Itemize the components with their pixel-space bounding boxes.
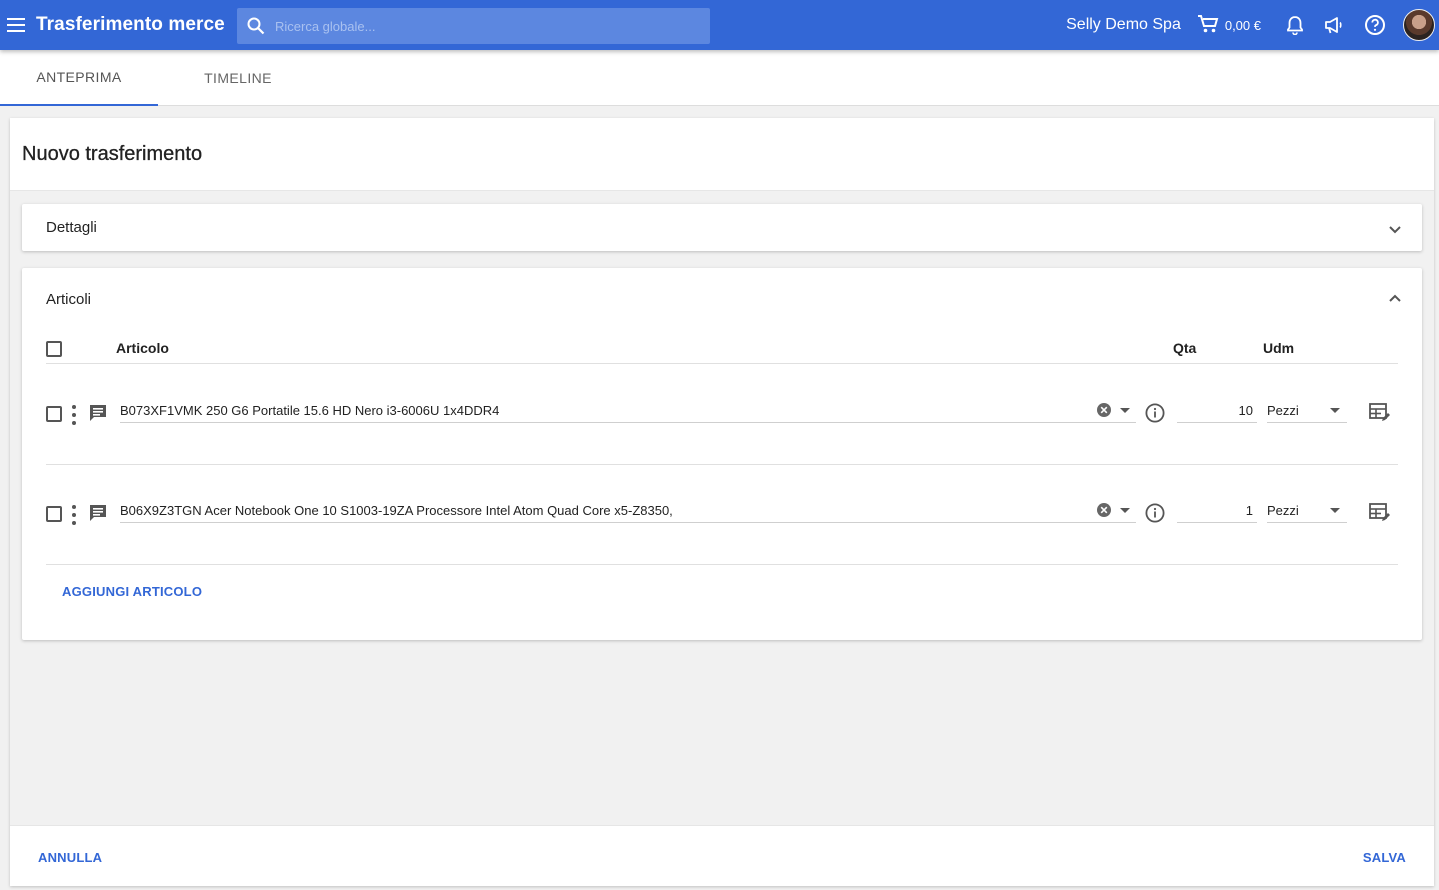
article-value: B06X9Z3TGN Acer Notebook One 10 S1003-19…: [120, 503, 673, 518]
search-icon: [237, 17, 275, 35]
uom-value: Pezzi: [1267, 403, 1299, 418]
table-row: B073XF1VMK 250 G6 Portatile 15.6 HD Nero…: [46, 365, 1398, 465]
dropdown-arrow-icon[interactable]: [1120, 408, 1130, 414]
uom-value: Pezzi: [1267, 503, 1299, 518]
save-button[interactable]: SALVA: [1363, 850, 1406, 865]
table-edit-icon[interactable]: [1369, 402, 1391, 422]
user-avatar[interactable]: [1403, 9, 1435, 41]
company-name[interactable]: Selly Demo Spa: [1066, 16, 1181, 34]
comment-icon[interactable]: [88, 503, 108, 523]
details-panel[interactable]: Dettagli: [22, 204, 1422, 251]
chevron-up-icon[interactable]: [1388, 290, 1402, 308]
tab-timeline[interactable]: TIMELINE: [158, 50, 318, 106]
article-select[interactable]: B073XF1VMK 250 G6 Portatile 15.6 HD Nero…: [120, 399, 1136, 423]
top-app-bar: Trasferimento merce Selly Demo Spa 0,00 …: [0, 0, 1439, 50]
help-icon[interactable]: [1355, 0, 1395, 50]
cart-icon: [1197, 14, 1225, 37]
articles-panel: Articoli Articolo Qta Udm B073XF1VMK 250…: [22, 268, 1422, 640]
article-select[interactable]: B06X9Z3TGN Acer Notebook One 10 S1003-19…: [120, 499, 1136, 523]
row-checkbox[interactable]: [46, 506, 62, 522]
cart-button[interactable]: 0,00 €: [1197, 14, 1261, 37]
column-uom: Udm: [1263, 340, 1295, 356]
cart-total: 0,00 €: [1224, 17, 1261, 33]
more-vert-icon[interactable]: [70, 405, 78, 425]
clear-icon[interactable]: [1096, 502, 1112, 518]
search-input[interactable]: [275, 18, 675, 34]
select-all-checkbox[interactable]: [46, 341, 62, 357]
table-header: Articolo Qta Udm: [46, 340, 1398, 364]
dropdown-arrow-icon[interactable]: [1330, 408, 1340, 414]
transfer-form: Nuovo trasferimento Dettagli Articoli Ar…: [10, 118, 1434, 886]
details-title: Dettagli: [46, 219, 97, 236]
app-title: Trasferimento merce: [36, 14, 225, 35]
form-header: Nuovo trasferimento: [10, 118, 1434, 191]
chevron-down-icon[interactable]: [1388, 222, 1402, 240]
dropdown-arrow-icon[interactable]: [1330, 508, 1340, 514]
info-icon[interactable]: [1145, 403, 1165, 423]
articles-title: Articoli: [46, 291, 92, 308]
qty-input[interactable]: 10: [1177, 399, 1257, 423]
bell-icon[interactable]: [1275, 0, 1315, 50]
tab-anteprima[interactable]: ANTEPRIMA: [0, 50, 158, 106]
tab-bar: ANTEPRIMA TIMELINE: [0, 50, 1439, 106]
cancel-button[interactable]: ANNULLA: [38, 850, 102, 865]
article-value: B073XF1VMK 250 G6 Portatile 15.6 HD Nero…: [120, 403, 500, 418]
row-checkbox[interactable]: [46, 406, 62, 422]
comment-icon[interactable]: [88, 403, 108, 423]
add-article-button[interactable]: AGGIUNGI ARTICOLO: [62, 584, 202, 599]
table-row: B06X9Z3TGN Acer Notebook One 10 S1003-19…: [46, 465, 1398, 565]
column-qty: Qta: [1173, 340, 1197, 356]
megaphone-icon[interactable]: [1315, 0, 1355, 50]
menu-icon[interactable]: [2, 0, 30, 50]
form-footer: ANNULLA SALVA: [10, 825, 1434, 886]
qty-input[interactable]: 1: [1177, 499, 1257, 523]
more-vert-icon[interactable]: [70, 505, 78, 525]
global-search: [237, 8, 710, 44]
qty-value: 1: [1245, 503, 1253, 518]
clear-icon[interactable]: [1096, 402, 1112, 418]
info-icon[interactable]: [1145, 503, 1165, 523]
column-article: Articolo: [116, 340, 169, 356]
dropdown-arrow-icon[interactable]: [1120, 508, 1130, 514]
page-title: Nuovo trasferimento: [22, 142, 203, 165]
qty-value: 10: [1238, 403, 1253, 418]
table-edit-icon[interactable]: [1369, 502, 1391, 522]
